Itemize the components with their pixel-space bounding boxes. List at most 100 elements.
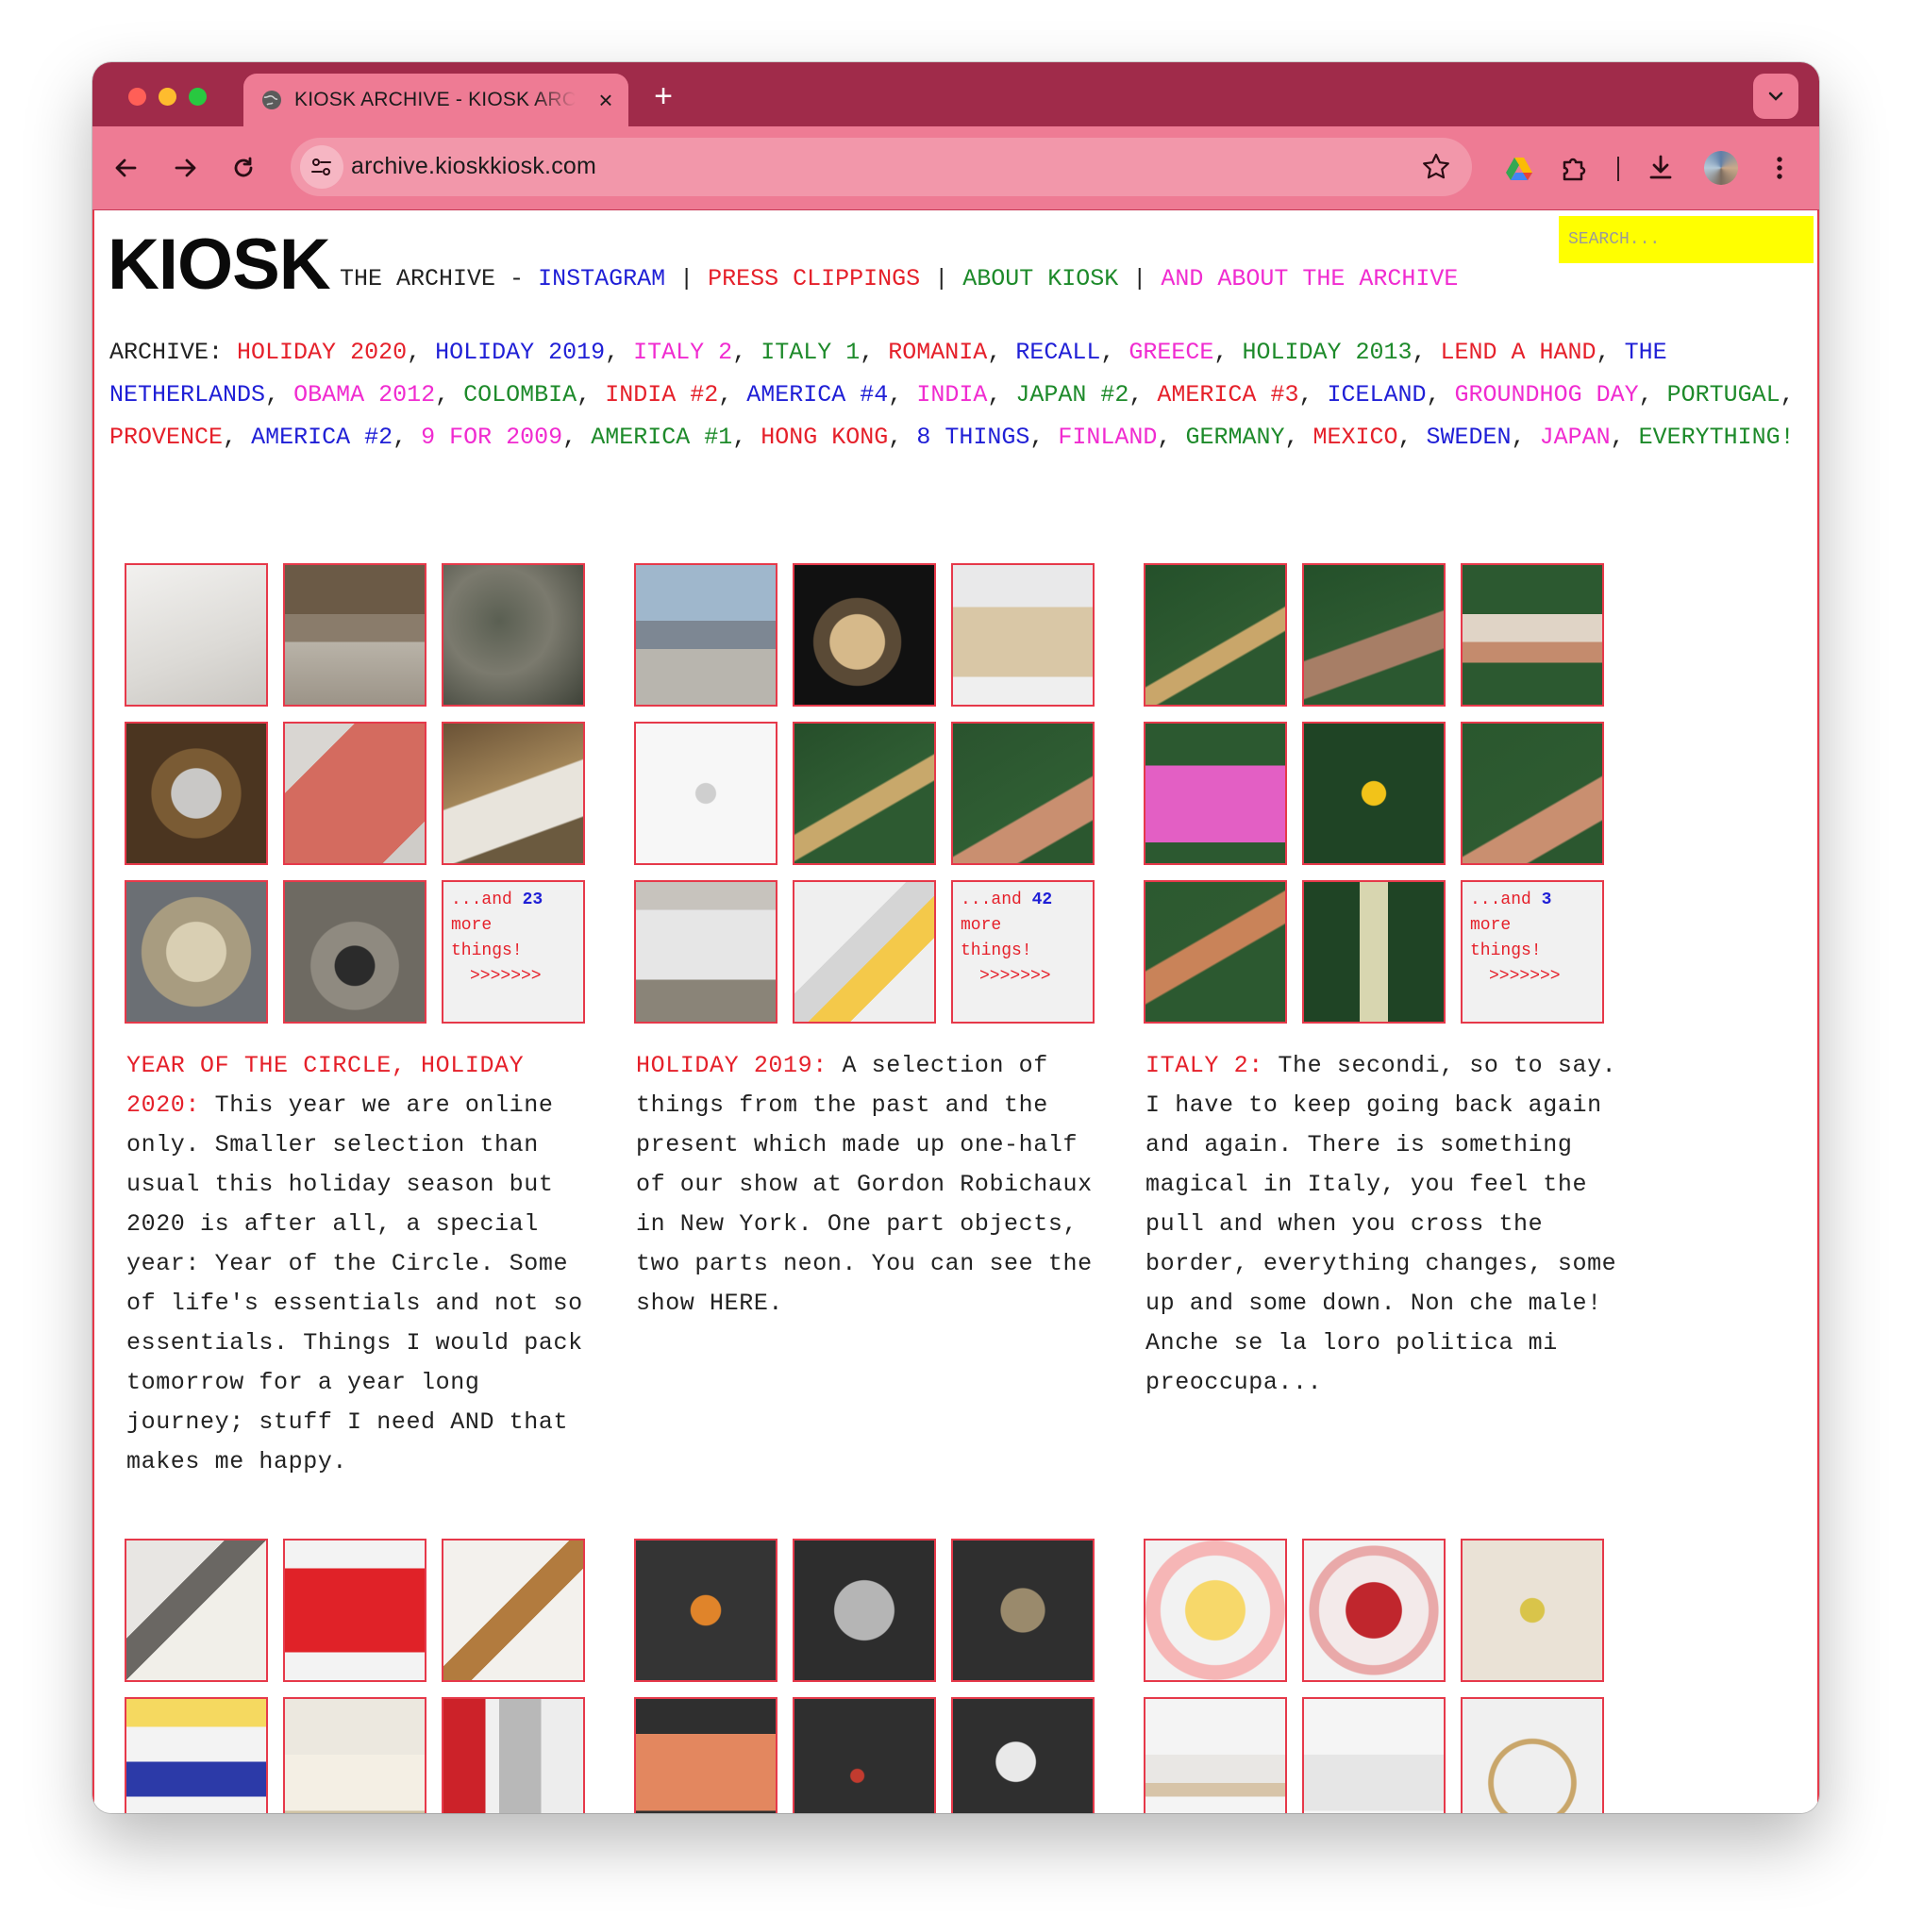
product-thumbnail[interactable] — [1461, 722, 1604, 865]
archive-link[interactable]: SWEDEN — [1427, 424, 1512, 451]
product-thumbnail[interactable] — [634, 880, 777, 1024]
tab-close-icon[interactable]: × — [593, 87, 619, 113]
profile-avatar[interactable] — [1704, 151, 1738, 185]
archive-link[interactable]: OBAMA 2012 — [293, 381, 435, 408]
bookmark-star-icon[interactable] — [1417, 148, 1455, 186]
archive-link[interactable]: HOLIDAY 2019 — [435, 339, 605, 366]
product-thumbnail[interactable] — [442, 722, 585, 865]
minimize-window-button[interactable] — [159, 88, 176, 106]
product-thumbnail[interactable] — [1144, 1539, 1287, 1682]
browser-tab[interactable]: KIOSK ARCHIVE - KIOSK ARCHIVE × — [243, 74, 628, 126]
product-thumbnail[interactable] — [634, 722, 777, 865]
site-info-icon[interactable] — [300, 145, 343, 189]
product-thumbnail[interactable] — [793, 563, 936, 707]
product-thumbnail[interactable] — [1302, 1539, 1446, 1682]
product-thumbnail[interactable] — [793, 1539, 936, 1682]
product-thumbnail[interactable] — [1302, 563, 1446, 707]
archive-link[interactable]: AMERICA #4 — [746, 381, 888, 408]
archive-link[interactable]: FINLAND — [1058, 424, 1157, 451]
product-thumbnail[interactable] — [1144, 1697, 1287, 1813]
archive-link[interactable]: 8 THINGS — [916, 424, 1029, 451]
archive-link[interactable]: ITALY 1 — [761, 339, 860, 366]
google-drive-icon[interactable] — [1498, 147, 1540, 189]
product-thumbnail[interactable] — [442, 1539, 585, 1682]
product-thumbnail[interactable] — [793, 722, 936, 865]
tab-search-button[interactable] — [1753, 74, 1798, 119]
product-thumbnail[interactable] — [1302, 1697, 1446, 1813]
forward-arrow-icon[interactable] — [164, 147, 206, 189]
archive-link[interactable]: ICELAND — [1327, 381, 1426, 408]
address-bar[interactable]: archive.kioskkiosk.com — [291, 138, 1472, 196]
product-thumbnail[interactable] — [634, 1539, 777, 1682]
product-thumbnail[interactable] — [1302, 722, 1446, 865]
product-thumbnail[interactable] — [125, 1697, 268, 1813]
archive-link[interactable]: INDIA #2 — [605, 381, 718, 408]
more-things-link[interactable]: ...and 42 more things! >>>>>>> — [951, 880, 1095, 1024]
archive-link[interactable]: PROVENCE — [109, 424, 223, 451]
archive-link[interactable]: JAPAN #2 — [1015, 381, 1129, 408]
archive-link[interactable]: RECALL — [1015, 339, 1100, 366]
product-thumbnail[interactable] — [125, 563, 268, 707]
archive-link[interactable]: GROUNDHOG DAY — [1455, 381, 1639, 408]
product-thumbnail[interactable] — [951, 1539, 1095, 1682]
more-things-link[interactable]: ...and 3 more things! >>>>>>> — [1461, 880, 1604, 1024]
product-thumbnail[interactable] — [442, 563, 585, 707]
product-thumbnail[interactable] — [634, 563, 777, 707]
archive-link[interactable]: LEND A HAND — [1441, 339, 1597, 366]
nav-link-press-clippings[interactable]: PRESS CLIPPINGS — [708, 265, 920, 292]
site-logo[interactable]: KIOSK — [108, 227, 331, 303]
product-thumbnail[interactable] — [283, 1697, 426, 1813]
archive-link[interactable]: MEXICO — [1313, 424, 1398, 451]
url-text[interactable]: archive.kioskkiosk.com — [351, 153, 596, 180]
product-thumbnail[interactable] — [951, 722, 1095, 865]
new-tab-button[interactable]: + — [647, 80, 679, 113]
product-thumbnail[interactable] — [283, 563, 426, 707]
archive-link[interactable]: GERMANY — [1185, 424, 1284, 451]
product-thumbnail[interactable] — [1144, 563, 1287, 707]
archive-link[interactable]: INDIA — [916, 381, 987, 408]
archive-link[interactable]: GREECE — [1129, 339, 1213, 366]
maximize-window-button[interactable] — [189, 88, 207, 106]
nav-link-instagram[interactable]: INSTAGRAM — [538, 265, 665, 292]
nav-link-about-archive[interactable]: AND ABOUT THE ARCHIVE — [1161, 265, 1458, 292]
close-window-button[interactable] — [128, 88, 146, 106]
product-thumbnail[interactable] — [125, 722, 268, 865]
archive-link[interactable]: EVERYTHING! — [1639, 424, 1795, 451]
extensions-puzzle-icon[interactable] — [1553, 147, 1595, 189]
more-things-link[interactable]: ...and 23 more things! >>>>>>> — [442, 880, 585, 1024]
product-thumbnail[interactable] — [1461, 563, 1604, 707]
product-thumbnail[interactable] — [283, 1539, 426, 1682]
product-thumbnail[interactable] — [1461, 1539, 1604, 1682]
product-thumbnail[interactable] — [793, 1697, 936, 1813]
product-thumbnail[interactable] — [1302, 880, 1446, 1024]
archive-link[interactable]: ITALY 2 — [633, 339, 732, 366]
archive-link[interactable]: HOLIDAY 2020 — [237, 339, 407, 366]
product-thumbnail[interactable] — [125, 880, 268, 1024]
product-thumbnail[interactable] — [1144, 880, 1287, 1024]
collection-title[interactable]: HOLIDAY 2019: — [636, 1052, 828, 1079]
more-menu-icon[interactable] — [1759, 147, 1800, 189]
back-arrow-icon[interactable] — [106, 147, 147, 189]
archive-link[interactable]: AMERICA #3 — [1157, 381, 1298, 408]
archive-link[interactable]: 9 FOR 2009 — [421, 424, 562, 451]
product-thumbnail[interactable] — [283, 722, 426, 865]
product-thumbnail[interactable] — [125, 1539, 268, 1682]
nav-link-about-kiosk[interactable]: ABOUT KIOSK — [962, 265, 1118, 292]
collection-title[interactable]: ITALY 2: — [1145, 1052, 1263, 1079]
archive-link[interactable]: COLOMBIA — [463, 381, 577, 408]
reload-icon[interactable] — [223, 147, 264, 189]
product-thumbnail[interactable] — [793, 880, 936, 1024]
product-thumbnail[interactable] — [634, 1697, 777, 1813]
product-thumbnail[interactable] — [442, 1697, 585, 1813]
archive-link[interactable]: PORTUGAL — [1667, 381, 1781, 408]
product-thumbnail[interactable] — [1461, 1697, 1604, 1813]
product-thumbnail[interactable] — [951, 1697, 1095, 1813]
search-input[interactable] — [1559, 216, 1814, 263]
archive-link[interactable]: HOLIDAY 2013 — [1242, 339, 1412, 366]
download-icon[interactable] — [1640, 147, 1681, 189]
archive-link[interactable]: JAPAN — [1540, 424, 1611, 451]
product-thumbnail[interactable] — [283, 880, 426, 1024]
product-thumbnail[interactable] — [1144, 722, 1287, 865]
archive-link[interactable]: HONG KONG — [761, 424, 888, 451]
product-thumbnail[interactable] — [951, 563, 1095, 707]
